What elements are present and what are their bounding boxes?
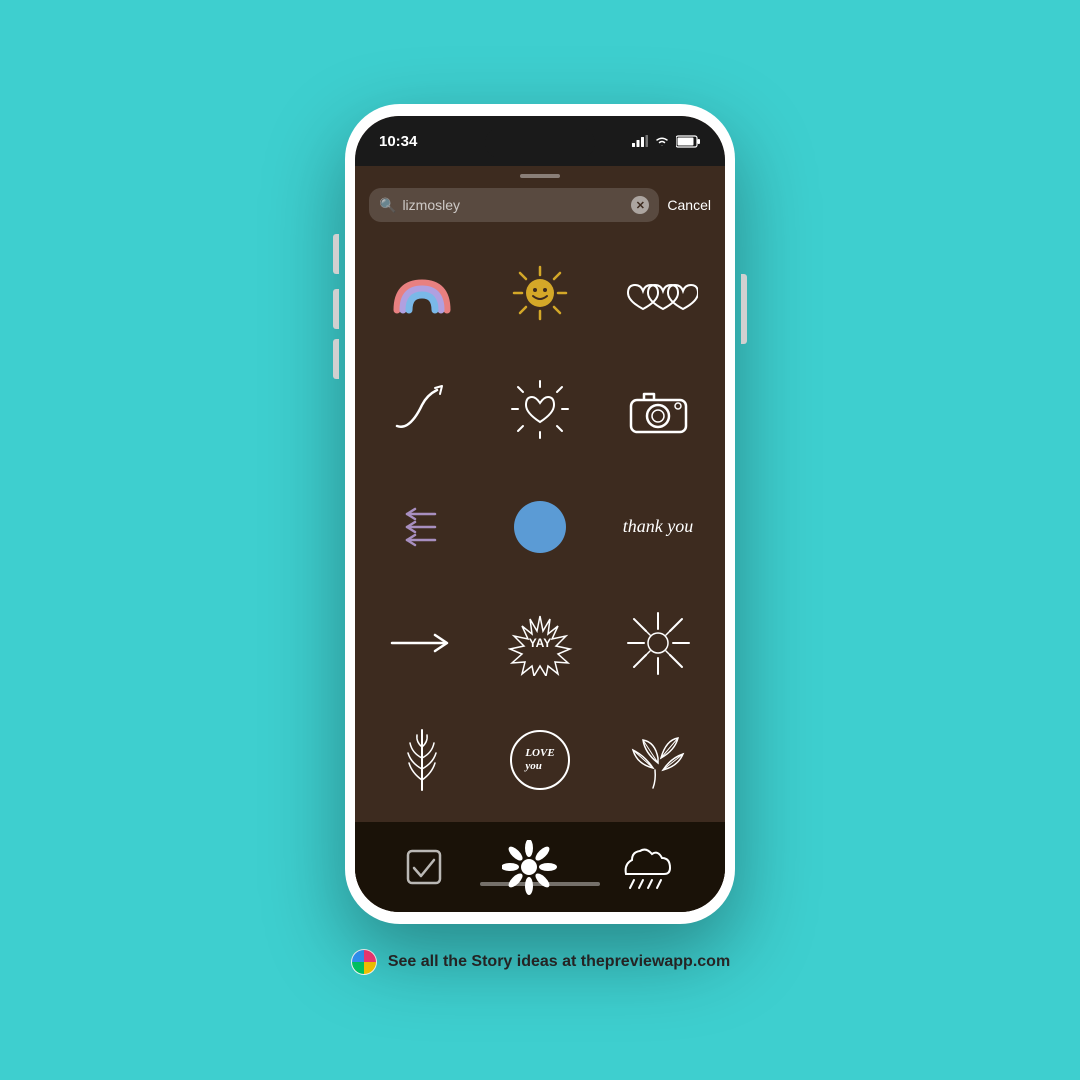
search-text: lizmosley xyxy=(402,197,625,213)
status-icons xyxy=(632,135,701,148)
search-input-wrapper[interactable]: 🔍 lizmosley ✕ xyxy=(369,188,659,222)
sticker-arrow-right[interactable] xyxy=(363,588,481,698)
love-you-text: LOVEyou xyxy=(525,747,554,773)
phone-screen: 10:34 xyxy=(355,116,725,912)
thank-you-text: thank you xyxy=(623,516,693,537)
home-indicator xyxy=(480,882,600,886)
sticker-hearts[interactable] xyxy=(599,238,717,348)
drag-handle xyxy=(520,174,560,178)
battery-icon xyxy=(676,135,701,148)
bottom-checkbox[interactable] xyxy=(404,832,444,902)
love-you-circle: LOVEyou xyxy=(510,730,570,790)
wifi-icon xyxy=(654,135,670,147)
footer-bar: See all the Story ideas at thepreviewapp… xyxy=(350,948,730,976)
search-bar[interactable]: 🔍 lizmosley ✕ Cancel xyxy=(355,188,725,222)
cancel-button[interactable]: Cancel xyxy=(667,197,711,213)
sticker-squiggle[interactable] xyxy=(363,355,481,465)
sticker-fern[interactable] xyxy=(363,705,481,815)
search-clear-button[interactable]: ✕ xyxy=(631,196,649,214)
sticker-love-you[interactable]: LOVEyou xyxy=(481,705,599,815)
bottom-bar xyxy=(355,822,725,912)
sticker-rainbow[interactable] xyxy=(363,238,481,348)
page-wrapper: 10:34 xyxy=(0,0,1080,1080)
screen-content: 🔍 lizmosley ✕ Cancel xyxy=(355,166,725,912)
app-icon xyxy=(350,948,378,976)
search-icon: 🔍 xyxy=(379,197,396,214)
signal-icon xyxy=(632,135,648,147)
dynamic-island xyxy=(485,128,595,158)
bottom-daisy[interactable] xyxy=(502,832,557,902)
sticker-thank-you[interactable]: thank you xyxy=(599,472,717,582)
svg-text:YAY: YAY xyxy=(528,636,550,650)
status-time: 10:34 xyxy=(379,133,417,150)
sticker-grid: thank you YAY xyxy=(355,238,725,822)
bottom-rain-cloud[interactable] xyxy=(616,832,676,902)
sticker-sun[interactable] xyxy=(481,238,599,348)
status-bar: 10:34 xyxy=(355,116,725,166)
sticker-starburst[interactable] xyxy=(599,588,717,698)
sticker-blue-blob[interactable] xyxy=(481,472,599,582)
sticker-arrows[interactable] xyxy=(363,472,481,582)
sticker-yay[interactable]: YAY xyxy=(481,588,599,698)
sticker-heart-rays[interactable] xyxy=(481,355,599,465)
blue-blob-shape xyxy=(514,501,566,553)
sticker-autumn-leaves[interactable] xyxy=(599,705,717,815)
footer-text: See all the Story ideas at thepreviewapp… xyxy=(388,953,730,971)
sticker-camera[interactable] xyxy=(599,355,717,465)
phone-shell: 10:34 xyxy=(345,104,735,924)
